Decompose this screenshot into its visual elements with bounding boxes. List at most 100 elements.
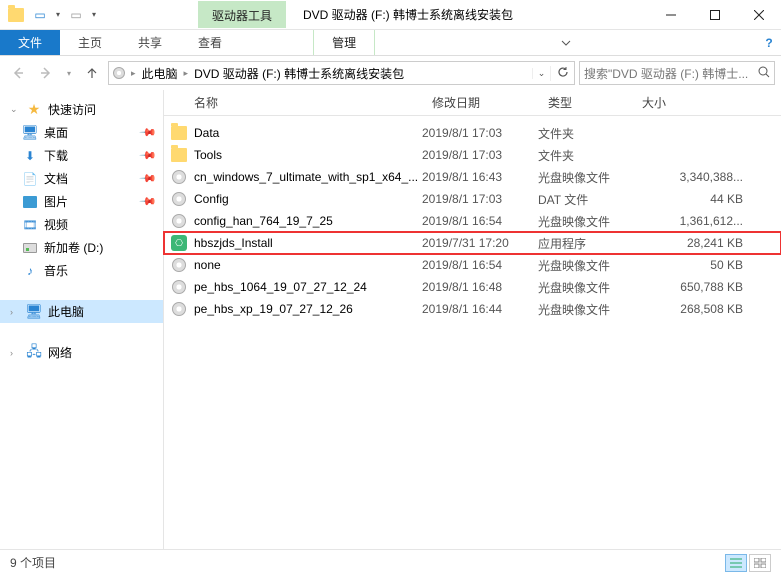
exe-icon: ⎔ [171,235,187,251]
file-rows: Data2019/8/1 17:03文件夹Tools2019/8/1 17:03… [164,116,781,320]
column-name[interactable]: 名称 [164,94,422,111]
file-size: 650,788 KB [632,280,781,294]
sidebar-downloads[interactable]: ⬇ 下载 📌 [0,144,163,167]
file-type: 光盘映像文件 [538,257,632,274]
sidebar-label: 文档 [44,170,68,187]
sidebar-volume-d[interactable]: 新加卷 (D:) [0,236,163,259]
sidebar-label: 音乐 [44,262,68,279]
sidebar-pictures[interactable]: 图片 📌 [0,190,163,213]
chevron-right-icon[interactable]: › [10,307,20,317]
folder-icon [171,126,187,140]
tab-file[interactable]: 文件 [0,30,60,55]
file-row[interactable]: Tools2019/8/1 17:03文件夹 [164,144,781,166]
details-view-icon [730,558,742,568]
sidebar-thispc[interactable]: › 🖥 此电脑 [0,300,163,323]
window-title: DVD 驱动器 (F:) 韩博士系统离线安装包 [299,6,513,23]
file-size: 50 KB [632,258,781,272]
properties-icon[interactable]: ▭ [30,5,50,25]
tab-manage[interactable]: 管理 [313,30,375,55]
forward-button[interactable] [34,61,58,85]
file-type: 文件夹 [538,147,632,164]
tab-home[interactable]: 主页 [60,30,120,55]
column-size[interactable]: 大小 [632,94,781,111]
pin-icon: 📌 [139,146,158,165]
sidebar-desktop[interactable]: 🖥 桌面 📌 [0,121,163,144]
file-name: Config [194,192,422,206]
maximize-button[interactable] [693,0,737,30]
close-button[interactable] [737,0,781,30]
file-size: 44 KB [632,192,781,206]
close-icon [754,10,764,20]
sidebar-label: 桌面 [44,124,68,141]
disc-icon [172,170,186,184]
tab-view[interactable]: 查看 [180,30,240,55]
qat-dropdown-2[interactable]: ▾ [90,5,98,25]
file-row[interactable]: pe_hbs_1064_19_07_27_12_242019/8/1 16:48… [164,276,781,298]
sidebar-videos[interactable]: 🎞 视频 [0,213,163,236]
chevron-right-icon[interactable]: ▸ [129,68,138,79]
file-row[interactable]: ⎔hbszjds_Install2019/7/31 17:20应用程序28,24… [164,232,781,254]
sidebar-label: 图片 [44,193,68,210]
file-date: 2019/8/1 17:03 [422,126,538,140]
pin-icon: 📌 [139,169,158,188]
file-row[interactable]: config_han_764_19_7_252019/8/1 16:54光盘映像… [164,210,781,232]
download-icon: ⬇ [22,148,38,164]
search-input[interactable]: 搜索"DVD 驱动器 (F:) 韩博士... [579,61,775,85]
sidebar-network[interactable]: › 🖧 网络 [0,341,163,364]
sidebar-label: 快速访问 [48,101,96,118]
chevron-right-icon[interactable]: › [10,348,20,358]
address-bar[interactable]: ▸ 此电脑 ▸ DVD 驱动器 (F:) 韩博士系统离线安装包 ⌄ [108,61,575,85]
video-icon: 🎞 [22,217,38,233]
history-dropdown[interactable]: ▾ [62,69,76,78]
view-buttons [725,554,771,572]
up-button[interactable] [80,61,104,85]
file-type: 光盘映像文件 [538,169,632,186]
minimize-icon [666,10,676,20]
crumb-thispc[interactable]: 此电脑 [138,65,182,82]
column-date[interactable]: 修改日期 [422,94,538,111]
refresh-button[interactable] [550,66,574,81]
file-date: 2019/8/1 16:54 [422,214,538,228]
minimize-button[interactable] [649,0,693,30]
back-button[interactable] [6,61,30,85]
file-row[interactable]: Config2019/8/1 17:03DAT 文件44 KB [164,188,781,210]
file-type: 文件夹 [538,125,632,142]
address-row: ▾ ▸ 此电脑 ▸ DVD 驱动器 (F:) 韩博士系统离线安装包 ⌄ 搜索"D… [0,56,781,90]
chevron-down-icon[interactable]: ⌄ [10,104,20,115]
maximize-icon [710,10,720,20]
tab-share[interactable]: 共享 [120,30,180,55]
sidebar-documents[interactable]: 📄 文档 📌 [0,167,163,190]
file-row[interactable]: cn_windows_7_ultimate_with_sp1_x64_...20… [164,166,781,188]
disc-icon [172,192,186,206]
details-view-button[interactable] [725,554,747,572]
column-type[interactable]: 类型 [538,94,632,111]
help-button[interactable]: ? [757,30,781,55]
thumbnails-view-button[interactable] [749,554,771,572]
drive-icon [22,240,38,256]
file-date: 2019/7/31 17:20 [422,236,538,250]
crumb-icon [109,67,129,79]
crumb-drive[interactable]: DVD 驱动器 (F:) 韩博士系统离线安装包 [190,65,408,82]
chevron-right-icon[interactable]: ▸ [182,68,191,79]
file-row[interactable]: pe_hbs_xp_19_07_27_12_262019/8/1 16:44光盘… [164,298,781,320]
file-row[interactable]: none2019/8/1 16:54光盘映像文件50 KB [164,254,781,276]
file-type: 光盘映像文件 [538,279,632,296]
file-name: Data [194,126,422,140]
search-icon [758,66,770,81]
sidebar-quick-access[interactable]: ⌄ ★ 快速访问 [0,98,163,121]
navigation-pane: ⌄ ★ 快速访问 🖥 桌面 📌 ⬇ 下载 📌 📄 文档 📌 图片 [0,90,164,549]
file-row[interactable]: Data2019/8/1 17:03文件夹 [164,122,781,144]
help-icon: ? [765,36,772,50]
refresh-icon [557,66,569,78]
file-date: 2019/8/1 16:44 [422,302,538,316]
contextual-tab-drivetools: 驱动器工具 [198,1,286,28]
new-folder-icon[interactable]: ▭ [66,5,86,25]
address-dropdown[interactable]: ⌄ [532,68,550,79]
file-type: 光盘映像文件 [538,213,632,230]
qat-dropdown-1[interactable]: ▾ [54,5,62,25]
ribbon-expand-button[interactable] [551,30,581,55]
file-name: none [194,258,422,272]
sidebar-label: 网络 [48,344,72,361]
sidebar-music[interactable]: ♪ 音乐 [0,259,163,282]
file-name: config_han_764_19_7_25 [194,214,422,228]
